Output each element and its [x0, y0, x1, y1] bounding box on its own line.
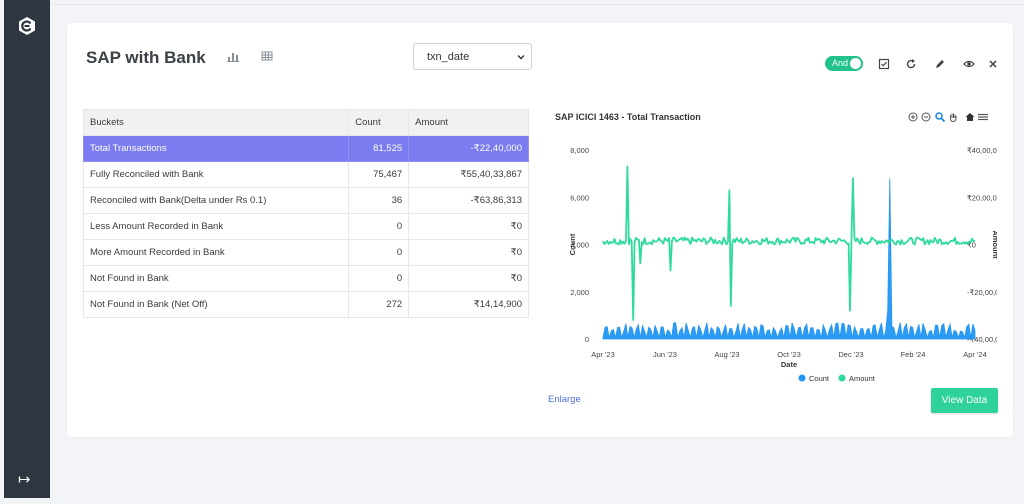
amount-cell: ₹14,14,900 [408, 291, 529, 318]
y2-tick-label: -₹20,00,00,000 [967, 288, 997, 297]
home-icon[interactable] [965, 112, 975, 122]
edit-icon[interactable] [934, 58, 946, 70]
page-title: SAP with Bank [86, 48, 206, 67]
logout-icon[interactable]: ↦ [18, 470, 31, 488]
count-cell: 81,525 [348, 135, 410, 162]
amount-cell: ₹0 [408, 239, 529, 266]
legend-marker-count [798, 374, 806, 382]
count-cell: 36 [348, 187, 410, 214]
count-cell: 0 [348, 265, 410, 292]
legend-label-count: Count [809, 374, 830, 383]
zoom-in-icon[interactable] [908, 112, 918, 122]
table-row[interactable]: Fully Reconciled with Bank 75,467 ₹55,40… [82, 161, 529, 188]
table-row[interactable]: Reconciled with Bank(Delta under Rs 0.1)… [82, 187, 529, 214]
amount-cell: ₹0 [408, 265, 529, 292]
x-tick-label: Oct '23 [777, 350, 801, 359]
bucket-cell: Fully Reconciled with Bank [82, 161, 350, 188]
transaction-chart[interactable]: 02,0004,0006,0008,000-₹40,00,00,000-₹20,… [547, 140, 997, 385]
legend-label-amount: Amount [849, 374, 876, 383]
y-axis-label: Count [568, 233, 577, 255]
and-toggle[interactable]: And [825, 56, 863, 71]
amount-cell: -₹22,40,000 [408, 135, 529, 162]
pan-hand-icon[interactable] [948, 112, 958, 122]
y2-axis-label: Amount [991, 230, 997, 259]
buckets-table: Buckets Count Amount Total Transactions … [82, 109, 529, 318]
close-icon[interactable] [987, 58, 999, 70]
legend-marker-amount [838, 374, 846, 382]
amount-cell: -₹63,86,313 [408, 187, 529, 214]
count-cell: 272 [348, 291, 410, 318]
col-buckets[interactable]: Buckets [82, 109, 350, 136]
y-tick-label: 8,000 [570, 146, 589, 155]
y-tick-label: 0 [585, 335, 589, 344]
x-tick-label: Feb '24 [901, 350, 926, 359]
bucket-cell: Reconciled with Bank(Delta under Rs 0.1) [82, 187, 350, 214]
toggle-label: And [832, 58, 849, 68]
count-cell: 0 [348, 213, 410, 240]
bucket-cell: Total Transactions [82, 135, 350, 162]
y2-tick-label: ₹20,00,00,000 [967, 193, 997, 202]
y2-tick-label: ₹40,00,00,000 [967, 146, 997, 155]
bucket-cell: Not Found in Bank [82, 265, 350, 292]
zoom-out-icon[interactable] [921, 112, 931, 122]
table-row[interactable]: Not Found in Bank (Net Off) 272 ₹14,14,9… [82, 291, 529, 318]
refresh-icon[interactable] [905, 58, 917, 70]
view-icon[interactable] [963, 58, 975, 70]
header-divider [50, 4, 1024, 5]
table-row[interactable]: Total Transactions 81,525 -₹22,40,000 [82, 135, 529, 162]
y-tick-label: 2,000 [570, 288, 589, 297]
date-field-value: txn_date [427, 51, 470, 63]
count-series-area [602, 178, 976, 340]
chevron-down-icon [517, 55, 525, 60]
count-cell: 75,467 [348, 161, 410, 188]
x-tick-label: Jun '23 [653, 350, 677, 359]
count-cell: 0 [348, 239, 410, 266]
bucket-cell: Not Found in Bank (Net Off) [82, 291, 350, 318]
x-tick-label: Dec '23 [838, 350, 863, 359]
enlarge-link[interactable]: Enlarge [548, 394, 581, 405]
table-row[interactable]: Not Found in Bank 0 ₹0 [82, 265, 529, 292]
table-row[interactable]: Less Amount Recorded in Bank 0 ₹0 [82, 213, 529, 240]
amount-cell: ₹0 [408, 213, 529, 240]
app-logo-icon[interactable] [17, 16, 37, 36]
magnify-icon[interactable] [935, 112, 945, 122]
col-amount[interactable]: Amount [408, 109, 529, 136]
amount-series-line [602, 165, 976, 321]
view-data-button[interactable]: View Data [931, 388, 998, 413]
table-icon[interactable] [261, 50, 273, 62]
bar-chart-icon[interactable] [227, 50, 239, 62]
x-tick-label: Apr '23 [591, 350, 615, 359]
table-row[interactable]: More Amount Recorded in Bank 0 ₹0 [82, 239, 529, 266]
bucket-cell: Less Amount Recorded in Bank [82, 213, 350, 240]
menu-icon[interactable] [978, 112, 988, 122]
table-header-row: Buckets Count Amount [82, 109, 529, 136]
x-tick-label: Apr '24 [963, 350, 987, 359]
x-tick-label: Aug '23 [714, 350, 739, 359]
toggle-knob [850, 58, 861, 69]
x-axis-label: Date [781, 360, 797, 369]
y-tick-label: 6,000 [570, 193, 589, 202]
report-card: SAP with Bank txn_date And Buckets Count… [67, 23, 1013, 437]
amount-cell: ₹55,40,33,867 [408, 161, 529, 188]
sidebar: ↦ [4, 0, 50, 498]
date-field-select[interactable]: txn_date [413, 43, 532, 70]
bucket-cell: More Amount Recorded in Bank [82, 239, 350, 266]
checkbox-icon[interactable] [878, 58, 890, 70]
chart-title: SAP ICICI 1463 - Total Transaction [555, 112, 701, 122]
col-count[interactable]: Count [348, 109, 410, 136]
